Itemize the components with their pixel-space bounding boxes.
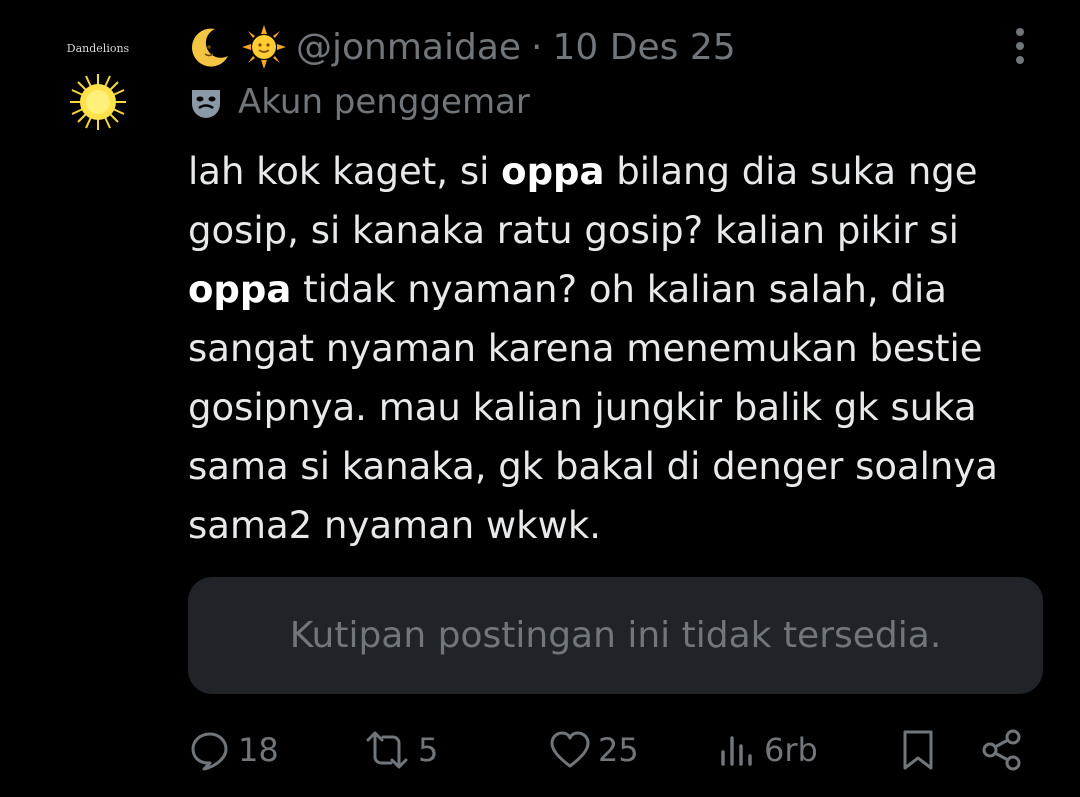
sun-with-face-icon <box>242 25 286 69</box>
repost-icon <box>366 731 408 769</box>
post-date[interactable]: 10 Des 25 <box>553 27 736 68</box>
action-bar: 18 5 25 6rb <box>0 720 1080 780</box>
tweet-header: @jonmaidae · 10 Des 25 <box>188 22 736 72</box>
vertical-dots-icon <box>1016 28 1024 64</box>
repost-count: 5 <box>418 731 439 769</box>
views-count: 6rb <box>764 731 818 769</box>
tweet-text: lah kok kaget, si oppa bilang dia suka n… <box>188 142 1048 555</box>
separator: · <box>531 26 543 68</box>
avatar-caption: Dandelions <box>66 42 130 55</box>
views-button[interactable]: 6rb <box>718 720 818 780</box>
dandelion-icon <box>70 74 126 130</box>
user-handle[interactable]: @jonmaidae <box>296 27 521 68</box>
bookmark-button[interactable] <box>898 720 938 780</box>
bookmark-icon <box>903 730 933 770</box>
tweet-segment-bold: oppa <box>188 268 292 311</box>
reply-button[interactable]: 18 <box>188 720 279 780</box>
quote-unavailable-text: Kutipan postingan ini tidak tersedia. <box>289 615 942 656</box>
share-icon <box>982 729 1021 771</box>
tweet-segment: lah kok kaget, si <box>188 150 502 193</box>
reply-icon <box>191 732 228 771</box>
theater-mask-icon <box>192 90 220 118</box>
like-count: 25 <box>598 731 639 769</box>
account-label-text: Akun penggemar <box>238 82 530 122</box>
more-options-button[interactable] <box>1000 22 1040 70</box>
share-button[interactable] <box>980 720 1024 780</box>
account-label: Akun penggemar <box>188 78 530 126</box>
views-icon <box>721 736 752 766</box>
avatar[interactable]: Dandelions <box>48 30 148 130</box>
like-button[interactable]: 25 <box>548 720 639 780</box>
reply-count: 18 <box>238 731 279 769</box>
heart-icon <box>550 731 590 768</box>
repost-button[interactable]: 5 <box>362 720 438 780</box>
tweet-segment: tidak nyaman? oh kalian salah, dia sanga… <box>188 268 998 547</box>
crescent-moon-icon <box>188 25 232 69</box>
quote-unavailable-box: Kutipan postingan ini tidak tersedia. <box>188 577 1043 694</box>
tweet-segment-bold: oppa <box>501 150 605 193</box>
